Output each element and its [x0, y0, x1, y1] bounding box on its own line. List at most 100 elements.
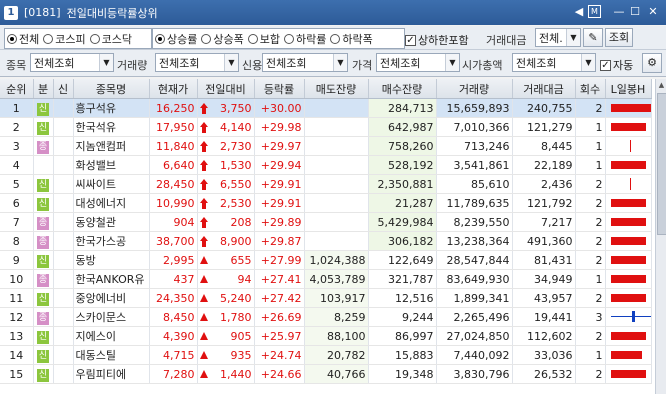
- stock-name-cell[interactable]: 스카이문스: [73, 307, 150, 327]
- auto-checkbox[interactable]: ✓ 자동: [600, 57, 633, 73]
- candle-glyph: [608, 99, 650, 117]
- stock-name-cell[interactable]: 씨싸이트: [73, 174, 150, 194]
- column-header[interactable]: 매수잔량: [368, 79, 437, 99]
- sort-type-radio-group: 상승률 상승폭 보합 하락률 하락폭: [152, 28, 405, 49]
- count-cell: 2: [575, 250, 606, 270]
- settings-tool-button[interactable]: ✎: [583, 28, 603, 47]
- radio-market-1[interactable]: 코스피: [43, 31, 86, 47]
- market-badge: 신: [37, 368, 49, 382]
- column-header[interactable]: 종목명: [73, 79, 150, 99]
- column-header[interactable]: 매도잔량: [304, 79, 369, 99]
- rank-cell: 11: [0, 288, 34, 308]
- column-header[interactable]: 회수: [575, 79, 606, 99]
- table-row[interactable]: 4 화성밸브 6,640 1,530 +29.94 528,192 3,541,861 22,…: [0, 155, 652, 175]
- scroll-up-icon[interactable]: ▲: [656, 79, 666, 91]
- query-button[interactable]: 조회: [605, 28, 633, 47]
- column-header[interactable]: 전일대비: [197, 79, 255, 99]
- stock-name-cell[interactable]: 대동스틸: [73, 345, 150, 365]
- column-header[interactable]: 등락률: [254, 79, 305, 99]
- change-value: 208: [230, 215, 252, 229]
- credit-select[interactable]: 전체조회 ▼: [262, 53, 348, 72]
- radio-market-2[interactable]: 코스닥: [89, 31, 132, 47]
- trade-amount-select[interactable]: 전체. ▼: [535, 28, 581, 47]
- amount-cell: 26,532: [512, 364, 576, 384]
- maximize-icon[interactable]: ☐: [628, 5, 642, 19]
- buy-remain-cell: 9,244: [368, 307, 437, 327]
- stock-name-cell[interactable]: 한국가스공: [73, 231, 150, 251]
- daily-candle-cell: [605, 326, 652, 346]
- table-row[interactable]: 15 신 우림피티에 7,280 1,440 +24.66 40,766 19,348 3,83…: [0, 364, 652, 384]
- close-icon[interactable]: ✕: [646, 5, 660, 19]
- table-row[interactable]: 6 신 대성에너지 10,990 2,530 +29.91 21,287 11,789,635…: [0, 193, 652, 213]
- buy-remain-cell: 2,350,881: [368, 174, 437, 194]
- market-cell: 신: [33, 288, 54, 308]
- radio-type-1[interactable]: 상승폭: [201, 31, 244, 47]
- stock-name-cell[interactable]: 한국ANKOR유: [73, 269, 150, 289]
- change-cell: 6,550: [197, 174, 255, 194]
- mcap-select[interactable]: 전체조회 ▼: [512, 53, 596, 72]
- table-row[interactable]: 1 신 흥구석유 16,250 3,750 +30.00 284,713 15,659,893…: [0, 98, 652, 118]
- gear-button[interactable]: ⚙: [642, 53, 662, 73]
- scroll-thumb[interactable]: [657, 93, 666, 235]
- column-header[interactable]: L일봉H: [605, 79, 652, 99]
- limit-include-checkbox[interactable]: ✓ 상하한포함: [405, 32, 469, 48]
- stock-name-cell[interactable]: 화성밸브: [73, 155, 150, 175]
- table-row[interactable]: 7 종 동양철관 904 208 +29.89 5,429,984 8,239,550 7,21…: [0, 212, 652, 232]
- candle-glyph: [608, 156, 649, 174]
- rate-cell: +25.97: [254, 326, 305, 346]
- table-row[interactable]: 12 종 스카이문스 8,450 1,780 +26.69 8,259 9,244 2,265,…: [0, 307, 652, 327]
- table-row[interactable]: 11 신 중앙에너비 24,350 5,240 +27.42 103,917 12,516 1,…: [0, 288, 652, 308]
- table-row[interactable]: 2 신 한국석유 17,950 4,140 +29.98 642,987 7,010,366 1…: [0, 117, 652, 137]
- stock-select-value: 전체조회: [34, 56, 75, 70]
- stock-name-cell[interactable]: 동양철관: [73, 212, 150, 232]
- column-header[interactable]: 분: [33, 79, 54, 99]
- daily-candle-cell: [605, 307, 652, 327]
- column-header[interactable]: 현재가: [149, 79, 198, 99]
- volume-cell: 28,547,844: [436, 250, 513, 270]
- candle-glyph: [608, 251, 649, 269]
- amount-cell: 491,360: [512, 231, 576, 251]
- minimize-icon[interactable]: —: [612, 5, 626, 19]
- memo-icon[interactable]: M: [588, 5, 601, 18]
- change-value: 655: [230, 253, 252, 267]
- table-row[interactable]: 5 신 씨싸이트 28,450 6,550 +29.91 2,350,881 85,610 2,…: [0, 174, 652, 194]
- radio-label: 전체: [19, 32, 40, 46]
- candle-glyph: [608, 346, 649, 364]
- credit-cell: [53, 212, 74, 232]
- vertical-scrollbar[interactable]: ▲: [655, 79, 666, 394]
- column-header[interactable]: 거래량: [436, 79, 513, 99]
- stock-name-cell[interactable]: 지에스이: [73, 326, 150, 346]
- change-value: 2,730: [220, 139, 252, 153]
- stock-name-cell[interactable]: 동방: [73, 250, 150, 270]
- table-row[interactable]: 14 신 대동스틸 4,715 935 +24.74 20,782 15,883 7,440,0…: [0, 345, 652, 365]
- stock-name-cell[interactable]: 지놈앤컴퍼: [73, 136, 150, 156]
- stock-name-cell[interactable]: 중앙에너비: [73, 288, 150, 308]
- stock-name-cell[interactable]: 대성에너지: [73, 193, 150, 213]
- table-row[interactable]: 8 종 한국가스공 38,700 8,900 +29.87 306,182 13,238,36…: [0, 231, 652, 251]
- stock-name-cell[interactable]: 우림피티에: [73, 364, 150, 384]
- table-row[interactable]: 10 종 한국ANKOR유 437 94 +27.41 4,053,789 321,787 83…: [0, 269, 652, 289]
- rank-cell: 15: [0, 364, 34, 384]
- prev-icon[interactable]: ◀: [572, 5, 586, 19]
- table-row[interactable]: 9 신 동방 2,995 655 +27.99 1,024,388 122,649 28,547…: [0, 250, 652, 270]
- table-body: 1 신 흥구석유 16,250 3,750 +30.00 284,713 15,659,893…: [0, 98, 652, 384]
- radio-type-4[interactable]: 하락폭: [330, 31, 373, 47]
- column-header[interactable]: 거래대금: [512, 79, 576, 99]
- stock-name-cell[interactable]: 한국석유: [73, 117, 150, 137]
- price-select[interactable]: 전체조회 ▼: [376, 53, 460, 72]
- column-header[interactable]: 신: [53, 79, 74, 99]
- table-row[interactable]: 3 종 지놈앤컴퍼 11,840 2,730 +29.97 758,260 713,246 8,…: [0, 136, 652, 156]
- radio-type-2[interactable]: 보합: [247, 31, 280, 47]
- table-row[interactable]: 13 신 지에스이 4,390 905 +25.97 88,100 86,997 27,024,…: [0, 326, 652, 346]
- buy-remain-cell: 15,883: [368, 345, 437, 365]
- stock-name-cell[interactable]: 흥구석유: [73, 98, 150, 118]
- radio-type-0[interactable]: 상승률: [155, 31, 197, 47]
- radio-type-3[interactable]: 하락률: [284, 31, 326, 47]
- sell-remain-cell: 88,100: [304, 326, 369, 346]
- count-cell: 2: [575, 174, 606, 194]
- stock-select[interactable]: 전체조회 ▼: [30, 53, 114, 72]
- buy-remain-cell: 321,787: [368, 269, 437, 289]
- radio-market-0[interactable]: 전체: [7, 31, 39, 47]
- column-header[interactable]: 순위: [0, 79, 34, 99]
- volume-select[interactable]: 전체조회 ▼: [155, 53, 239, 72]
